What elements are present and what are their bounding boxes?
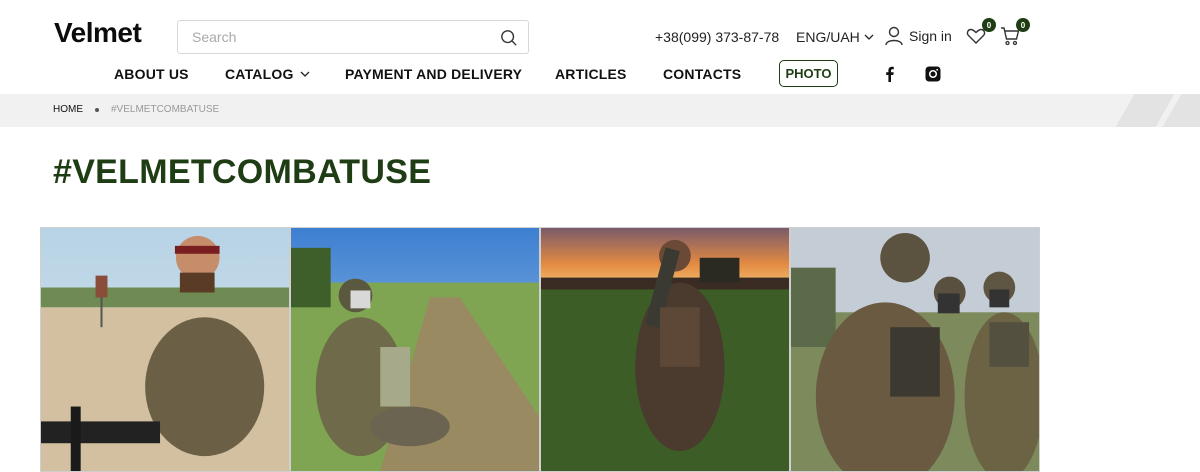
nav-catalog-label: CATALOG [225, 66, 294, 82]
nav-contacts[interactable]: CONTACTS [663, 66, 741, 82]
facebook-icon[interactable] [882, 66, 898, 82]
sign-in-label: Sign in [909, 28, 952, 44]
search-input[interactable] [178, 21, 488, 53]
nav-articles[interactable]: ARTICLES [555, 66, 627, 82]
search-icon[interactable] [500, 29, 518, 47]
search-box [177, 20, 529, 54]
sign-in-link[interactable]: Sign in [885, 26, 952, 46]
photo-soldier-sunset [541, 228, 789, 471]
breadcrumb-bar: HOME #VELMETCOMBATUSE [0, 94, 1200, 127]
photo-soldier-kneeling [291, 228, 539, 471]
site-header: Velmet +38(099) 373-87-78 ENG/UAH Sign i… [0, 0, 1200, 94]
locale-label: ENG/UAH [796, 29, 860, 45]
main-nav: ABOUT US CATALOG PAYMENT AND DELIVERY AR… [0, 60, 1200, 90]
chevron-down-icon [300, 71, 310, 77]
photo-soldiers-group [791, 228, 1039, 471]
brand-logo[interactable]: Velmet [54, 17, 142, 49]
gallery-photo[interactable] [790, 227, 1040, 472]
nav-catalog[interactable]: CATALOG [225, 66, 310, 82]
chevron-down-icon [864, 34, 874, 40]
cart-count-badge: 0 [1016, 18, 1030, 32]
phone-number[interactable]: +38(099) 373-87-78 [655, 29, 779, 45]
locale-selector[interactable]: ENG/UAH [796, 29, 874, 45]
cart-button[interactable]: 0 [1000, 18, 1030, 48]
gallery-photo[interactable] [40, 227, 290, 472]
nav-photo[interactable]: PHOTO [779, 60, 838, 87]
nav-about[interactable]: ABOUT US [114, 66, 189, 82]
photo-soldier-crouching [41, 228, 289, 471]
nav-payment-delivery[interactable]: PAYMENT AND DELIVERY [345, 66, 522, 82]
gallery-photo[interactable] [290, 227, 540, 472]
page-title: #VELMETCOMBATUSE [53, 153, 432, 191]
gallery-photo[interactable] [540, 227, 790, 472]
breadcrumb: HOME #VELMETCOMBATUSE [53, 104, 219, 115]
breadcrumb-separator [95, 107, 99, 112]
wishlist-count-badge: 0 [982, 18, 996, 32]
photo-gallery [40, 227, 1040, 472]
wishlist-button[interactable]: 0 [966, 18, 996, 48]
instagram-icon[interactable] [925, 66, 941, 82]
user-icon [885, 26, 903, 46]
breadcrumb-home[interactable]: HOME [53, 104, 83, 115]
breadcrumb-current: #VELMETCOMBATUSE [111, 104, 220, 115]
